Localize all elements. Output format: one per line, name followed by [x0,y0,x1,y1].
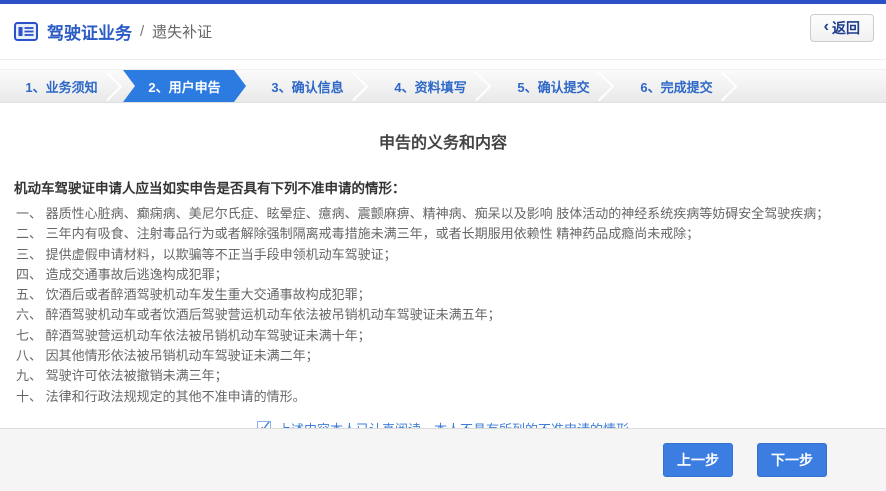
declaration-item-7: 七、 醉酒驾驶营运机动车依法被吊销机动车驾驶证未满十年； [16,327,371,343]
declaration-item-8: 八、 因其他情形依法被吊销机动车驾驶证未满二年； [16,348,319,364]
step-bar-filler [738,70,886,102]
page-title-breadcrumb-root: 驾驶证业务 [47,24,132,43]
declaration-item-list: 一、 器质性心脏病、癫痫病、美尼尔氏症、眩晕症、癔病、震颤麻痹、精神病、痴呆以及… [16,204,876,407]
step-tab-4-fill-materials[interactable]: 4、资料填写 [369,70,492,102]
breadcrumb-current: 遗失补证 [152,24,213,41]
declaration-item-1: 一、 器质性心脏病、癫痫病、美尼尔氏症、眩晕症、癔病、震颤麻痹、精神病、痴呆以及… [16,206,830,221]
step-tab-6-complete-submit[interactable]: 6、完成提交 [615,70,738,102]
section-title: 申告的义务和内容 [378,135,507,152]
step-tab-1-business-notice[interactable]: 1、业务须知 [0,70,123,102]
declaration-item-6: 六、 醉酒驾驶机动车或者饮酒后驾驶营运机动车依法被吊销机动车驾驶证未满五年； [16,307,501,323]
declaration-item-10: 十、 法律和行政法规规定的其他不准申请的情形。 [16,388,306,404]
step-tab-2-user-declaration[interactable]: 2、用户申告 [123,70,246,102]
declaration-item-5: 五、 饮酒后或者醉酒驾驶机动车发生重大交通事故构成犯罪； [16,287,371,303]
back-button[interactable]: ‹ 返回 [809,14,874,42]
declaration-item-3: 三、 提供虚假申请材料，以欺骗等不正当手段申领机动车驾驶证； [16,246,397,262]
step-tab-3-confirm-info[interactable]: 3、确认信息 [246,70,369,102]
declaration-item-9: 九、 驾驶许可依法被撤销未满三年； [16,368,228,384]
back-chevron-icon: ‹ [823,18,829,35]
step-tab-5-confirm-submit[interactable]: 5、确认提交 [492,70,615,102]
wizard-step-bar: 1、业务须知 2、用户申告 3、确认信息 4、资料填写 5、确认提交 6、完成提… [0,69,886,103]
breadcrumb-separator: / [140,23,145,40]
next-step-button[interactable]: 下一步 [757,443,827,477]
page-header: 驾驶证业务 / 遗失补证 ‹ 返回 [0,4,886,60]
footer-bar: 上一步 下一步 [0,428,886,491]
declaration-intro: 机动车驾驶证申请人应当如实申告是否具有下列不准申请的情形： [14,181,406,196]
declaration-item-4: 四、 造成交通事故后逃逸构成犯罪； [16,266,228,282]
license-card-icon [14,22,38,41]
previous-step-button[interactable]: 上一步 [663,443,733,477]
declaration-item-2: 二、 三年内有吸食、注射毒品行为或者解除强制隔离戒毒措施未满三年，或者长期服用依… [16,226,700,242]
declaration-content: 申告的义务和内容 机动车驾驶证申请人应当如实申告是否具有下列不准申请的情形： 一… [0,103,886,438]
back-button-label: 返回 [832,20,860,36]
